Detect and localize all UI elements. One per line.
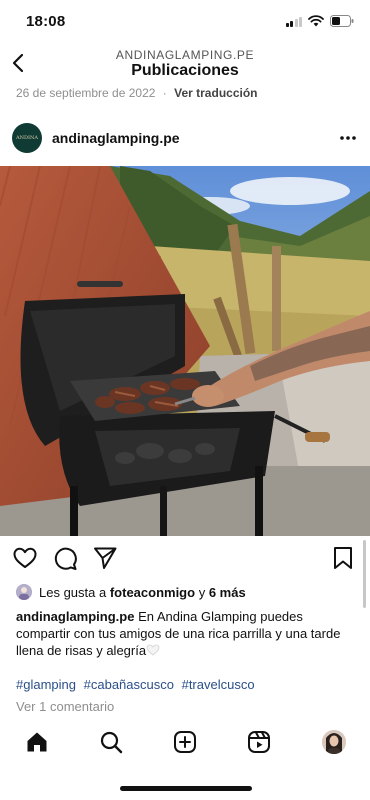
search-icon[interactable] [99, 730, 123, 754]
view-comments-link[interactable]: Ver 1 comentario [16, 699, 114, 714]
hashtag[interactable]: #cabañascusco [84, 677, 174, 692]
header: ANDINAGLAMPING.PE Publicaciones [0, 44, 370, 84]
avatar-logo-text: ANDINA [16, 135, 38, 141]
post-date: 26 de septiembre de 2022 [16, 86, 156, 100]
bookmark-icon[interactable] [330, 545, 356, 571]
comment-icon[interactable] [52, 545, 78, 571]
hashtags: #glamping #cabañascusco #travelcusco [16, 677, 259, 692]
post-actions [0, 545, 370, 573]
bottom-tab-bar [0, 728, 370, 758]
paper-plane-icon[interactable] [92, 545, 118, 571]
liker-username[interactable]: foteaconmigo [110, 585, 195, 600]
scrollbar[interactable] [363, 540, 366, 608]
post-header: ANDINA andinaglamping.pe [0, 120, 370, 160]
post-caption: andinaglamping.pe En Andina Glamping pue… [16, 608, 356, 659]
separator: · [162, 86, 167, 100]
likes-prefix: Les gusta a [39, 584, 107, 600]
page-title: Publicaciones [131, 62, 239, 79]
post-username[interactable]: andinaglamping.pe [52, 130, 180, 146]
hashtag[interactable]: #glamping [16, 677, 76, 692]
home-icon[interactable] [25, 730, 49, 754]
post-photo[interactable] [0, 166, 370, 536]
header-account: ANDINAGLAMPING.PE [115, 48, 255, 62]
grill-scene-image [0, 166, 370, 536]
likes-summary[interactable]: Les gusta a foteaconmigo y 6 más [16, 584, 246, 600]
status-time: 18:08 [26, 13, 66, 30]
liker-avatar [16, 584, 32, 600]
reels-icon[interactable] [247, 730, 271, 754]
heart-icon[interactable] [12, 545, 38, 571]
status-bar: 18:08 [0, 0, 370, 44]
likes-connector: y [198, 584, 206, 600]
translate-link[interactable]: Ver traducción [174, 86, 257, 100]
previous-post-meta: 26 de septiembre de 2022 · Ver traducció… [16, 86, 258, 100]
profile-avatar[interactable] [322, 730, 346, 754]
hashtag[interactable]: #travelcusco [182, 677, 255, 692]
likes-others[interactable]: 6 más [209, 585, 246, 600]
create-icon[interactable] [173, 730, 197, 754]
home-indicator[interactable] [120, 786, 252, 791]
caption-username[interactable]: andinaglamping.pe [16, 609, 134, 624]
wifi-icon [308, 15, 324, 27]
status-icons [285, 15, 355, 27]
white-heart-emoji-icon [146, 644, 160, 656]
battery-icon [330, 15, 354, 27]
more-horizontal-icon[interactable] [338, 128, 358, 148]
signal-icon [285, 16, 302, 27]
account-avatar[interactable]: ANDINA [12, 123, 42, 153]
